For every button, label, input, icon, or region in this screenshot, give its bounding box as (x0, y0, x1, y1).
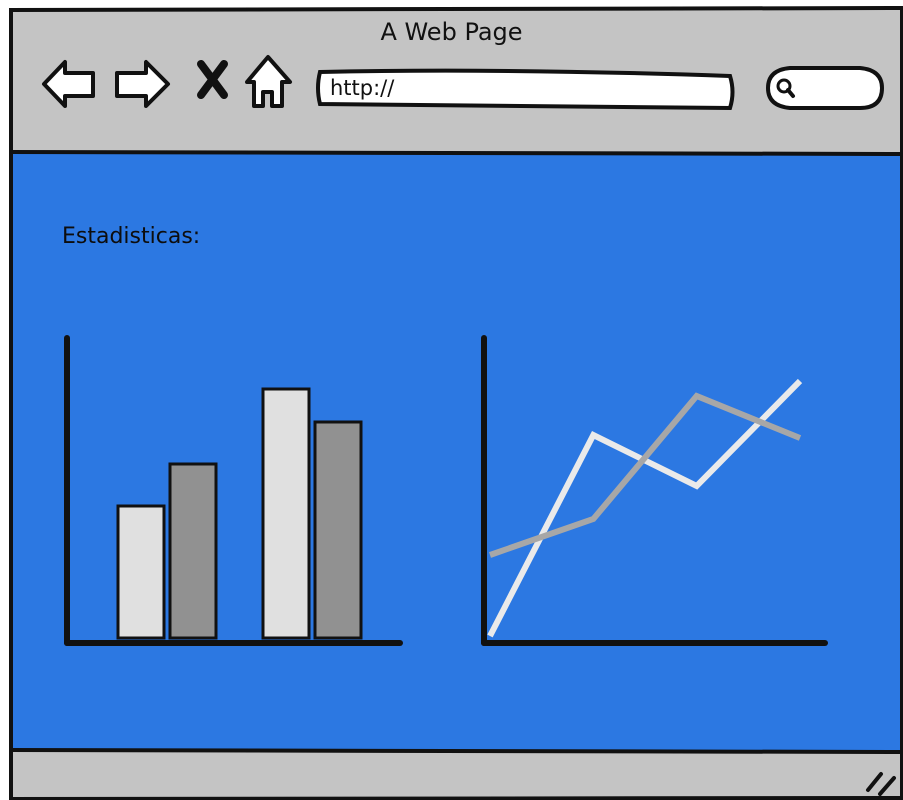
line-series-2 (489, 392, 802, 558)
window-title: A Web Page (380, 18, 523, 46)
home-icon[interactable] (245, 55, 292, 108)
browser-window: A Web Page http:// Estadisticas: (0, 0, 903, 800)
url-text[interactable]: http:// (330, 76, 394, 100)
resize-grip-icon[interactable] (866, 772, 896, 796)
bar-chart (64, 335, 403, 646)
window-border (9, 5, 903, 800)
line-chart (481, 335, 828, 646)
section-label: Estadisticas: (62, 224, 201, 249)
sketch-layer (9, 5, 903, 800)
toolbar-divider (10, 150, 903, 156)
footer-divider (10, 748, 903, 754)
search-field[interactable] (765, 66, 885, 110)
back-arrow-icon[interactable] (42, 60, 95, 108)
forward-arrow-icon[interactable] (115, 60, 170, 108)
bar-2-1 (261, 387, 311, 640)
close-x-icon[interactable] (197, 60, 228, 99)
bar-1-2 (168, 462, 218, 640)
bar-2-2 (313, 420, 363, 640)
bar-1-1 (116, 504, 166, 640)
